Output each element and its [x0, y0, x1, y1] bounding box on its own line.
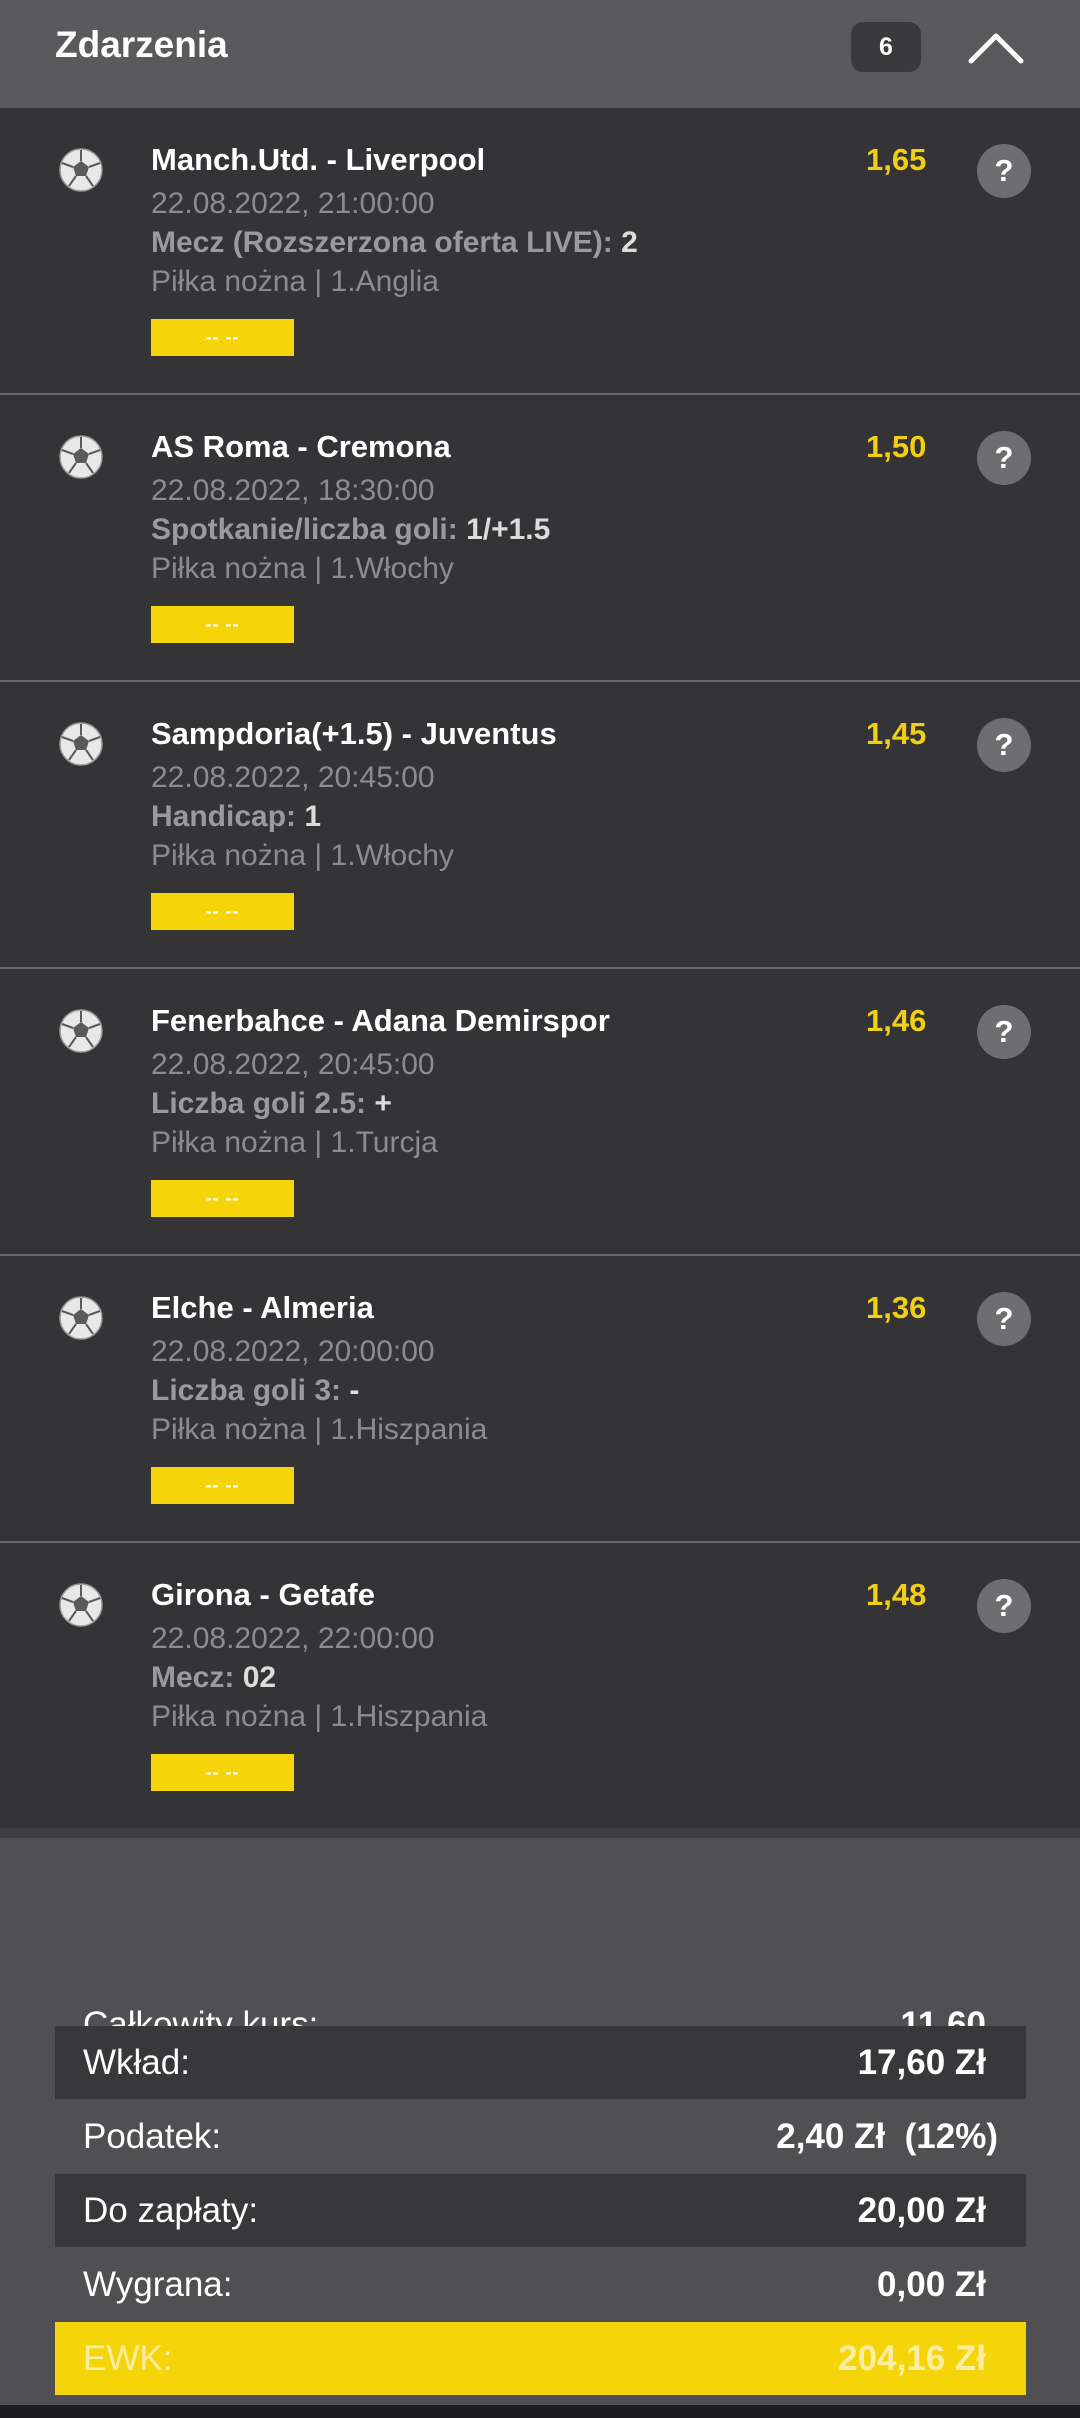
event-odds: 1,65 [866, 142, 927, 177]
event-date: 22.08.2022, 20:45:00 [151, 761, 435, 794]
win-row: Wygrana: 0,00 Zł [55, 2248, 1026, 2321]
soccer-ball-icon [59, 435, 103, 479]
event-item: Sampdoria(+1.5) - Juventus 22.08.2022, 2… [0, 682, 1080, 969]
tax-label: Podatek: [83, 2116, 222, 2156]
collapse-button[interactable] [966, 26, 1026, 70]
event-name[interactable]: Elche - Almeria [151, 1290, 374, 1326]
market-pick: 02 [242, 1661, 277, 1694]
question-mark-icon[interactable]: ? [977, 144, 1031, 198]
market-name: Spotkanie/liczba goli: [151, 513, 458, 546]
event-item: Manch.Utd. - Liverpool 22.08.2022, 21:00… [0, 108, 1080, 395]
event-item: Fenerbahce - Adana Demirspor 22.08.2022,… [0, 969, 1080, 1256]
stake-label: Wkład: [83, 2042, 190, 2082]
chevron-up-icon [968, 33, 1024, 64]
event-result-bar: -- -- [151, 606, 294, 643]
event-league: Piłka nożna | 1.Hiszpania [151, 1413, 488, 1446]
question-mark-icon[interactable]: ? [977, 1005, 1031, 1059]
soccer-ball-icon [59, 722, 103, 766]
event-item: Elche - Almeria 22.08.2022, 20:00:00 Lic… [0, 1256, 1080, 1543]
ewk-label: EWK: [83, 2338, 173, 2378]
market-name: Liczba goli 3: [151, 1374, 342, 1407]
event-odds: 1,36 [866, 1290, 927, 1325]
event-market: Liczba goli 2.5: + [151, 1087, 392, 1121]
event-result-bar: -- -- [151, 1754, 294, 1791]
event-market: Spotkanie/liczba goli: 1/+1.5 [151, 513, 550, 547]
event-item: Girona - Getafe 22.08.2022, 22:00:00 Mec… [0, 1543, 1080, 1828]
event-date: 22.08.2022, 20:00:00 [151, 1335, 435, 1368]
stake-value: 17,60 Zł [857, 2042, 986, 2082]
soccer-ball-icon [59, 1296, 103, 1340]
event-date: 22.08.2022, 21:00:00 [151, 187, 435, 220]
bottom-edge [0, 2405, 1080, 2418]
event-date: 22.08.2022, 20:45:00 [151, 1048, 435, 1081]
tax-row: Podatek: 2,40 Zł (12%) [55, 2100, 1026, 2173]
event-item: AS Roma - Cremona 22.08.2022, 18:30:00 S… [0, 395, 1080, 682]
soccer-ball-icon [59, 1583, 103, 1627]
event-name[interactable]: Girona - Getafe [151, 1577, 375, 1613]
event-odds: 1,50 [866, 429, 927, 464]
events-list: Manch.Utd. - Liverpool 22.08.2022, 21:00… [0, 108, 1080, 1828]
to-pay-value: 20,00 Zł [857, 2190, 986, 2230]
question-mark-icon[interactable]: ? [977, 1579, 1031, 1633]
event-result-bar: -- -- [151, 1180, 294, 1217]
event-market: Mecz (Rozszerzona oferta LIVE): 2 [151, 226, 638, 260]
event-league: Piłka nożna | 1.Turcja [151, 1126, 438, 1159]
stake-row: Wkład: 17,60 Zł [55, 2026, 1026, 2099]
market-pick: + [374, 1087, 392, 1120]
market-pick: - [349, 1374, 360, 1407]
soccer-ball-icon [59, 148, 103, 192]
ewk-row: EWK: 204,16 Zł [55, 2322, 1026, 2395]
event-league: Piłka nożna | 1.Włochy [151, 839, 454, 872]
event-result-bar: -- -- [151, 1467, 294, 1504]
market-pick: 2 [621, 226, 638, 259]
event-market: Liczba goli 3: - [151, 1374, 359, 1408]
soccer-ball-icon [59, 1009, 103, 1053]
event-name[interactable]: Manch.Utd. - Liverpool [151, 142, 485, 178]
event-odds: 1,45 [866, 716, 927, 751]
event-odds: 1,48 [866, 1577, 927, 1612]
event-result-bar: -- -- [151, 319, 294, 356]
header-title: Zdarzenia [55, 24, 228, 65]
to-pay-row: Do zapłaty: 20,00 Zł [55, 2174, 1026, 2247]
question-mark-icon[interactable]: ? [977, 431, 1031, 485]
market-name: Mecz (Rozszerzona oferta LIVE): [151, 226, 613, 259]
events-header: Zdarzenia 6 [0, 0, 1080, 108]
event-name[interactable]: AS Roma - Cremona [151, 429, 451, 465]
event-result-bar: -- -- [151, 893, 294, 930]
market-pick: 1 [304, 800, 322, 833]
event-market: Mecz: 02 [151, 1661, 276, 1695]
market-name: Mecz: [151, 1661, 235, 1694]
to-pay-label: Do zapłaty: [83, 2190, 259, 2230]
event-league: Piłka nożna | 1.Hiszpania [151, 1700, 488, 1733]
market-name: Handicap: [151, 800, 297, 833]
question-mark-icon[interactable]: ? [977, 1292, 1031, 1346]
tax-value: 2,40 Zł (12%) [776, 2116, 998, 2156]
event-market: Handicap: 1 [151, 800, 321, 834]
question-mark-icon[interactable]: ? [977, 718, 1031, 772]
event-date: 22.08.2022, 18:30:00 [151, 474, 435, 507]
market-pick: 1/+1.5 [466, 513, 551, 546]
win-value: 0,00 Zł [877, 2264, 986, 2304]
event-league: Piłka nożna | 1.Anglia [151, 265, 439, 298]
event-odds: 1,46 [866, 1003, 927, 1038]
event-name[interactable]: Sampdoria(+1.5) - Juventus [151, 716, 557, 752]
event-date: 22.08.2022, 22:00:00 [151, 1622, 435, 1655]
ewk-value: 204,16 Zł [838, 2338, 986, 2378]
event-name[interactable]: Fenerbahce - Adana Demirspor [151, 1003, 610, 1039]
bet-summary: Całkowity kurs: 11,60 Wkład: 17,60 Zł Po… [0, 1838, 1080, 2418]
win-label: Wygrana: [83, 2264, 233, 2304]
event-league: Piłka nożna | 1.Włochy [151, 552, 454, 585]
events-count-badge: 6 [851, 22, 921, 72]
market-name: Liczba goli 2.5: [151, 1087, 367, 1120]
